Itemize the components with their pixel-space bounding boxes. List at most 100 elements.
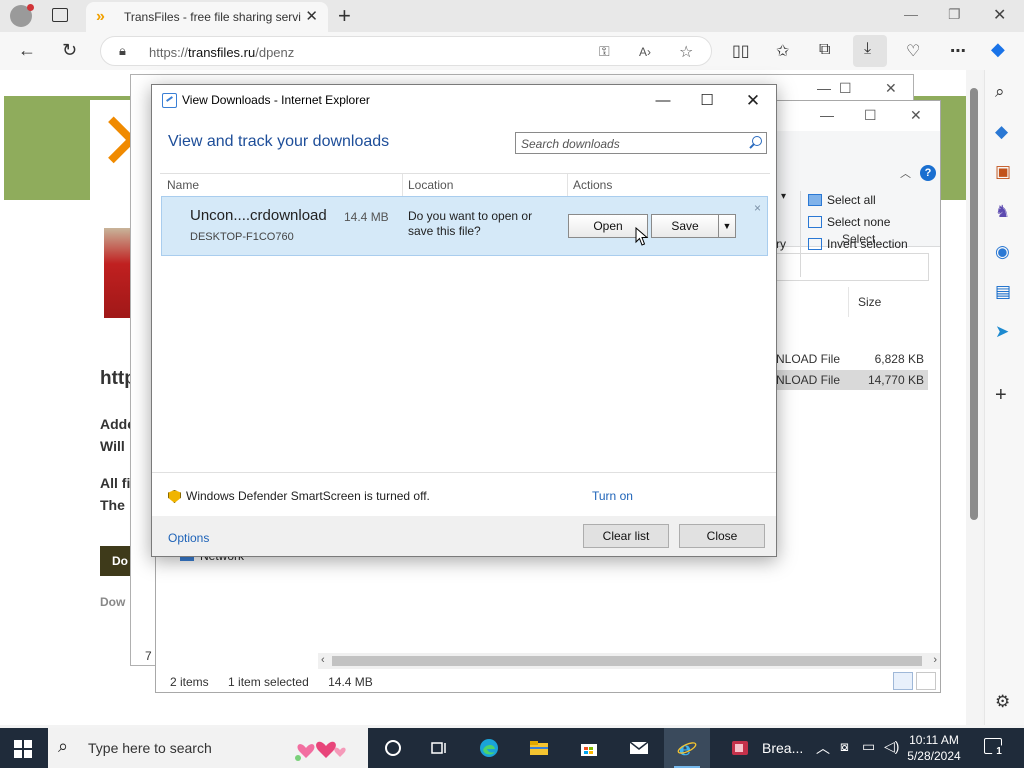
explorer-search-box[interactable] xyxy=(776,253,929,281)
turn-on-link[interactable]: Turn on xyxy=(592,489,633,503)
select-none-button[interactable]: Select none xyxy=(808,215,890,229)
taskbar-clock[interactable]: 10:11 AM 5/28/2024 xyxy=(904,732,964,764)
mouse-cursor-icon xyxy=(635,227,649,246)
lock-icon[interactable]: 🔒︎ xyxy=(119,43,126,59)
meet-now-icon[interactable]: ⧇ xyxy=(840,738,849,755)
taskbar-file-explorer[interactable] xyxy=(516,728,562,768)
copilot-icon[interactable]: ◆ xyxy=(991,39,1005,60)
file-row[interactable]: NLOAD File 6,828 KB xyxy=(776,349,928,369)
shopping-tag-icon[interactable]: ◆ xyxy=(995,122,1008,142)
task-view-button[interactable] xyxy=(416,728,462,768)
address-bar[interactable]: 🔒︎ https://transfiles.ru/dpenz ⚿ A› ☆ xyxy=(100,36,712,66)
column-divider[interactable] xyxy=(402,174,403,196)
favorites-icon[interactable]: ✩ xyxy=(776,41,789,61)
status-item-count: 2 items xyxy=(170,675,209,689)
dialog-footer: Options Clear list Close xyxy=(152,516,776,556)
details-view-icon[interactable] xyxy=(893,672,913,690)
scrollbar-thumb[interactable] xyxy=(970,88,978,520)
outlook-icon[interactable]: ▤ xyxy=(995,282,1011,302)
close-icon[interactable]: ✕ xyxy=(910,107,922,124)
windows-start-icon[interactable] xyxy=(14,740,32,758)
close-dialog-icon[interactable]: ✕ xyxy=(730,88,776,114)
close-browser-icon[interactable]: ✕ xyxy=(993,5,1006,25)
volume-icon[interactable]: ◁) xyxy=(884,738,899,755)
horizontal-scroll-thumb[interactable] xyxy=(332,656,922,666)
maximize-icon[interactable]: ☐ xyxy=(864,107,877,124)
column-name[interactable]: Name xyxy=(167,178,199,192)
taskbar-store[interactable] xyxy=(566,728,612,768)
new-tab-icon[interactable]: + xyxy=(338,3,351,29)
clear-list-button[interactable]: Clear list xyxy=(583,524,669,548)
key-icon[interactable]: ⚿ xyxy=(599,43,610,60)
search-icon[interactable]: ⌕ xyxy=(995,82,1005,102)
close-tab-icon[interactable]: ✕ xyxy=(305,7,318,25)
network-tray-icon[interactable]: ▭ xyxy=(862,738,875,755)
column-location[interactable]: Location xyxy=(408,178,453,192)
restore-browser-icon[interactable]: ❐ xyxy=(948,6,961,23)
scroll-right-icon[interactable]: › xyxy=(933,654,937,666)
more-options-icon[interactable]: ⋯ xyxy=(950,41,966,61)
options-link[interactable]: Options xyxy=(168,531,209,545)
close-button[interactable]: Close xyxy=(679,524,765,548)
maximize-icon[interactable]: ☐ xyxy=(839,80,852,97)
taskbar-edge[interactable] xyxy=(466,728,512,768)
edge-side-panel: ⌕ ◆ ▣ ♞ ◉ ▤ ➤ + ⚙ xyxy=(984,70,1024,725)
favorite-star-icon[interactable]: ☆ xyxy=(679,42,693,62)
maximize-dialog-icon[interactable]: ☐ xyxy=(684,88,730,114)
close-icon[interactable]: ✕ xyxy=(885,80,897,97)
refresh-icon[interactable]: ↻ xyxy=(62,40,77,61)
scroll-left-icon[interactable]: ‹ xyxy=(321,654,325,666)
send-icon[interactable]: ➤ xyxy=(995,322,1009,342)
minimize-icon[interactable]: — xyxy=(820,107,834,123)
people-icon[interactable]: ♞ xyxy=(995,202,1010,222)
tools-icon[interactable]: ▣ xyxy=(995,162,1011,182)
cortana-icon xyxy=(385,740,401,756)
status-selected: 1 item selected xyxy=(228,675,309,689)
downloads-button[interactable]: ⤓ xyxy=(853,35,887,67)
taskbar-breach-app[interactable]: Brea... xyxy=(724,728,810,768)
minimize-dialog-icon[interactable]: — xyxy=(640,88,686,114)
tab-actions-icon[interactable] xyxy=(52,8,68,22)
dropdown-arrow-icon[interactable]: ▾ xyxy=(781,191,786,202)
profile-avatar-icon[interactable] xyxy=(10,4,34,27)
ribbon-cut-label[interactable]: ry xyxy=(776,237,786,251)
page-scrollbar[interactable] xyxy=(966,70,982,725)
horizontal-scrollbar[interactable]: ‹ › xyxy=(318,653,940,669)
dismiss-item-icon[interactable]: × xyxy=(754,201,761,215)
file-row-selected[interactable]: NLOAD File 14,770 KB xyxy=(776,370,928,390)
browser-tab-active[interactable]: » TransFiles - free file sharing servi ✕ xyxy=(86,2,328,32)
settings-gear-icon[interactable]: ⚙ xyxy=(995,692,1010,712)
collapse-ribbon-icon[interactable]: ︿ xyxy=(900,165,911,181)
browser-essentials-icon[interactable]: ♡ xyxy=(906,41,920,61)
download-item[interactable]: Uncon....crdownload 14.4 MB DESKTOP-F1CO… xyxy=(161,196,768,256)
download-icon: ⤓ xyxy=(864,40,872,57)
column-divider[interactable] xyxy=(567,174,568,196)
split-screen-icon[interactable]: ▯▯ xyxy=(732,41,750,61)
search-icon[interactable] xyxy=(748,135,762,149)
column-actions[interactable]: Actions xyxy=(573,178,612,192)
column-divider[interactable] xyxy=(848,287,849,317)
show-hidden-icons-icon[interactable]: ︿ xyxy=(816,738,830,758)
select-all-icon xyxy=(808,194,822,206)
taskbar-internet-explorer[interactable]: e xyxy=(664,728,710,768)
column-size[interactable]: Size xyxy=(858,295,881,309)
large-icons-view-icon[interactable] xyxy=(916,672,936,690)
minimize-browser-icon[interactable]: — xyxy=(904,6,918,22)
save-button[interactable]: Save xyxy=(651,214,719,238)
search-downloads-input[interactable]: Search downloads xyxy=(515,132,767,154)
read-aloud-icon[interactable]: A› xyxy=(639,45,651,59)
back-arrow-icon[interactable]: ← xyxy=(18,40,36,61)
collections-icon[interactable]: ⧉ xyxy=(819,41,830,59)
add-icon[interactable]: + xyxy=(995,384,1007,407)
clock-date: 5/28/2024 xyxy=(907,749,961,763)
taskbar-mail[interactable] xyxy=(616,728,662,768)
taskbar-search-box[interactable]: ⌕ Type here to search xyxy=(48,728,368,768)
shield-warning-icon xyxy=(168,490,181,503)
help-icon[interactable]: ? xyxy=(920,165,936,181)
dialog-title-bar[interactable]: View Downloads - Internet Explorer — ☐ ✕ xyxy=(152,85,776,117)
select-all-button[interactable]: Select all xyxy=(808,193,876,207)
minimize-icon[interactable]: — xyxy=(817,80,831,96)
save-options-dropdown-icon[interactable]: ▼ xyxy=(718,214,736,238)
task-view-cortana-button[interactable] xyxy=(370,728,416,768)
office-icon[interactable]: ◉ xyxy=(995,242,1010,262)
